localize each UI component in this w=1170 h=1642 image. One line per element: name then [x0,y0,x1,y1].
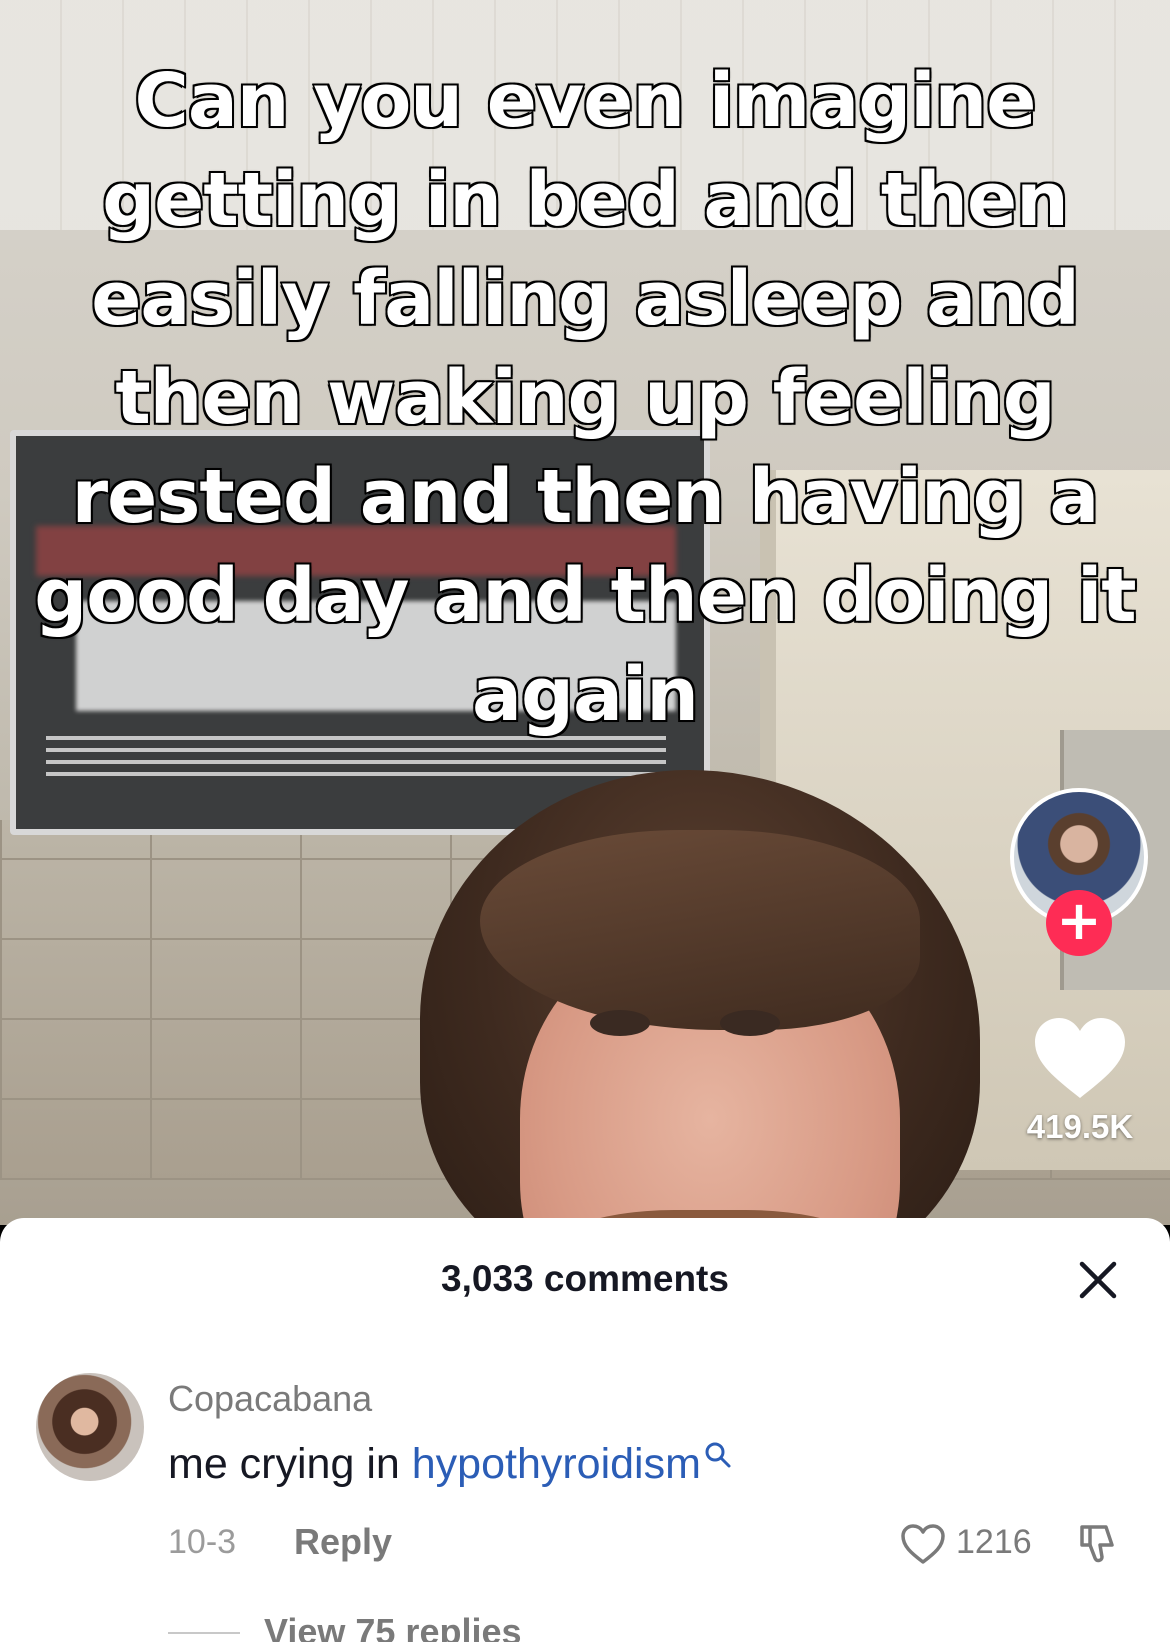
comment-text: me crying in hypothyroidism [168,1440,733,1489]
hashtag-search-link[interactable]: hypothyroidism [412,1440,701,1488]
reply-button[interactable]: Reply [294,1521,392,1563]
follow-plus-icon[interactable]: + [1046,890,1112,956]
comment-date: 10-3 [168,1523,237,1561]
commenter-username[interactable]: Copacabana [168,1378,372,1420]
like-count: 419.5K [1026,1108,1134,1145]
comment-text-prefix: me crying in [168,1440,412,1488]
heart-icon[interactable] [1035,1018,1125,1100]
replies-divider [168,1632,240,1634]
heart-outline-icon[interactable] [900,1523,946,1565]
dislike-icon[interactable] [1076,1521,1120,1565]
creator-avatar[interactable]: + [1010,788,1148,956]
comment-like-count: 1216 [956,1523,1032,1561]
search-icon [705,1442,731,1468]
close-icon[interactable] [1078,1260,1118,1300]
creator-face [420,770,980,1225]
commenter-avatar[interactable] [36,1373,144,1481]
comments-sheet: 3,033 comments Copacabana me crying in h… [0,1218,1170,1642]
video-player[interactable]: Can you even imagine getting in bed and … [0,0,1170,1225]
view-replies-button[interactable]: View 75 replies [264,1611,522,1642]
video-caption-overlay: Can you even imagine getting in bed and … [33,57,1138,740]
comments-count-title: 3,033 comments [441,1258,729,1299]
